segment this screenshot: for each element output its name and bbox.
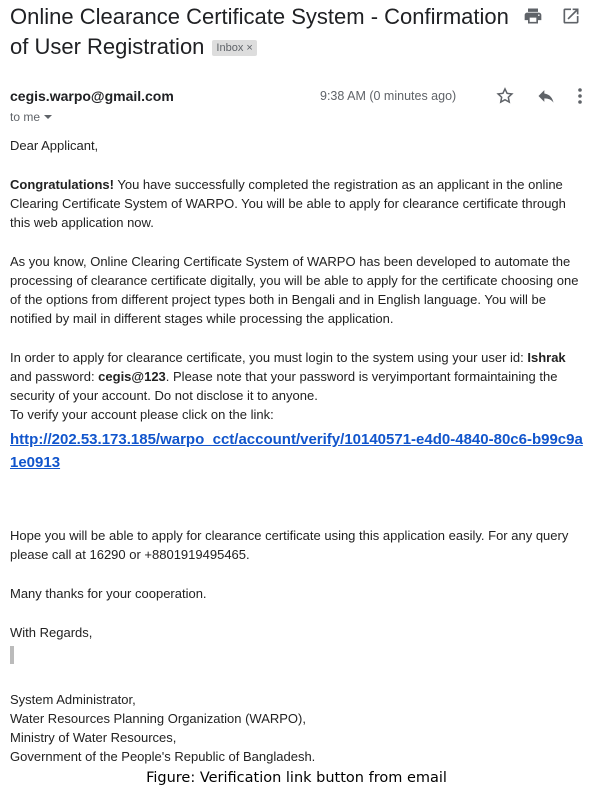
verify-prompt: To verify your account please click on t…	[10, 407, 274, 422]
signature-block: System Administrator, Water Resources Pl…	[10, 690, 585, 766]
verification-link[interactable]: http://202.53.173.185/warpo_cct/account/…	[10, 428, 585, 474]
password: cegis@123	[98, 369, 166, 384]
regards-line: With Regards,	[10, 625, 93, 640]
signature-line: Ministry of Water Resources,	[10, 730, 177, 745]
paragraph-system-info: As you know, Online Clearing Certificate…	[10, 254, 579, 326]
remove-label-icon[interactable]: ×	[246, 42, 252, 54]
signature-line: Government of the People's Republic of B…	[10, 749, 316, 764]
message-actions	[495, 86, 583, 111]
subject-text: Online Clearance Certificate System - Co…	[10, 4, 509, 59]
inbox-label-badge[interactable]: Inbox ×	[212, 40, 257, 56]
email-subject: Online Clearance Certificate System - Co…	[10, 2, 510, 62]
paragraph-contact: Hope you will be able to apply for clear…	[10, 528, 569, 562]
paragraph-credentials: In order to apply for clearance certific…	[10, 350, 566, 422]
recipient-row[interactable]: to me	[10, 110, 53, 124]
timestamp: 9:38 AM (0 minutes ago)	[320, 89, 457, 103]
thanks-line: Many thanks for your cooperation.	[10, 586, 207, 601]
reply-icon[interactable]	[535, 86, 557, 111]
user-id: Ishrak	[527, 350, 566, 365]
print-icon[interactable]	[523, 6, 543, 31]
figure-caption: Figure: Verification link button from em…	[146, 770, 447, 786]
sender-address[interactable]: cegis.warpo@gmail.com	[10, 88, 174, 104]
congrats-bold: Congratulations!	[10, 177, 114, 192]
signature-line: Water Resources Planning Organization (W…	[10, 711, 306, 726]
top-toolbar	[523, 6, 581, 31]
open-in-new-window-icon[interactable]	[561, 6, 581, 31]
paragraph-congratulations: Congratulations! You have successfully c…	[10, 177, 566, 230]
dropdown-arrow-icon[interactable]	[43, 110, 53, 124]
sender-row: cegis.warpo@gmail.com 9:38 AM (0 minutes…	[10, 86, 583, 111]
more-options-icon[interactable]	[577, 87, 583, 110]
signature-line: System Administrator,	[10, 692, 136, 707]
text-cursor	[10, 646, 14, 664]
greeting: Dear Applicant,	[10, 138, 99, 153]
email-body: Dear Applicant, Congratulations! You hav…	[10, 136, 585, 766]
recipient-label: to me	[10, 110, 41, 124]
star-icon[interactable]	[495, 86, 515, 111]
